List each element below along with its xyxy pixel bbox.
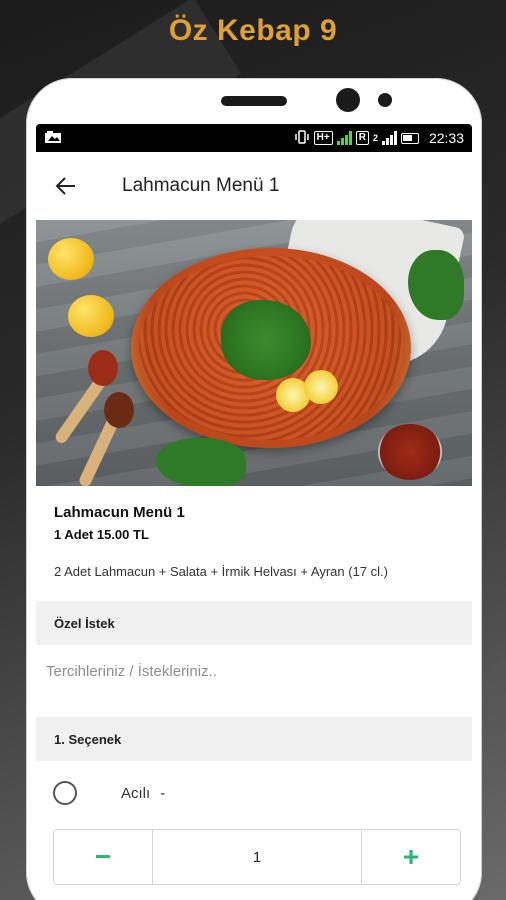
lemon-shape [68, 295, 114, 337]
special-request-header: Özel İstek [36, 601, 472, 645]
special-request-input[interactable] [46, 663, 462, 680]
signal-icon-sim2 [381, 131, 397, 145]
herb-shape [156, 438, 246, 486]
item-description: 2 Adet Lahmacun + Salata + İrmik Helvası… [54, 564, 388, 579]
battery-icon [400, 132, 419, 144]
app-bar: Lahmacun Menü 1 [36, 152, 472, 220]
special-request-area [36, 645, 472, 717]
network-type-badge: H+ [313, 131, 333, 145]
quantity-stepper: − 1 + [53, 829, 461, 885]
signal-icon [336, 131, 352, 145]
arrow-left-icon[interactable] [52, 172, 80, 200]
status-time: 22:33 [428, 130, 464, 146]
app-screen: H+ R 2 22:33 Lahmacun Menü 1 Lahmacun Me… [36, 124, 472, 900]
status-bar: H+ R 2 22:33 [36, 124, 472, 152]
promo-title: Öz Kebap 9 [168, 14, 338, 47]
phone-camera [336, 88, 360, 112]
roaming-badge: R [355, 131, 369, 145]
phone-frame: H+ R 2 22:33 Lahmacun Menü 1 Lahmacun Me… [26, 78, 482, 900]
lemon-slice-shape [304, 370, 338, 404]
decrement-button[interactable]: − [54, 830, 152, 884]
sim2-label: 2 [372, 133, 378, 143]
parsley-shape [221, 300, 311, 380]
option-label: Acılı [121, 784, 151, 802]
spice-bowl-shape [378, 424, 442, 480]
radio-button[interactable] [53, 781, 77, 805]
item-details: Lahmacun Menü 1 1 Adet 15.00 TL 2 Adet L… [36, 504, 472, 579]
item-name: Lahmacun Menü 1 [54, 504, 185, 521]
phone-sensor [378, 93, 392, 107]
increment-button[interactable]: + [362, 830, 460, 884]
product-image [36, 220, 472, 486]
item-quantity-price: 1 Adet 15.00 TL [54, 527, 149, 542]
option-group-header: 1. Seçenek [36, 717, 472, 761]
spice-shape [88, 350, 118, 386]
phone-speaker [221, 96, 287, 106]
vibrate-icon [294, 129, 310, 147]
option-row[interactable]: Acılı - [36, 761, 472, 825]
option-price: - [160, 784, 166, 802]
lemon-shape [48, 238, 94, 280]
spice-shape [104, 392, 134, 428]
gallery-icon [44, 130, 62, 147]
quantity-value: 1 [152, 830, 362, 884]
page-title: Lahmacun Menü 1 [122, 175, 280, 196]
